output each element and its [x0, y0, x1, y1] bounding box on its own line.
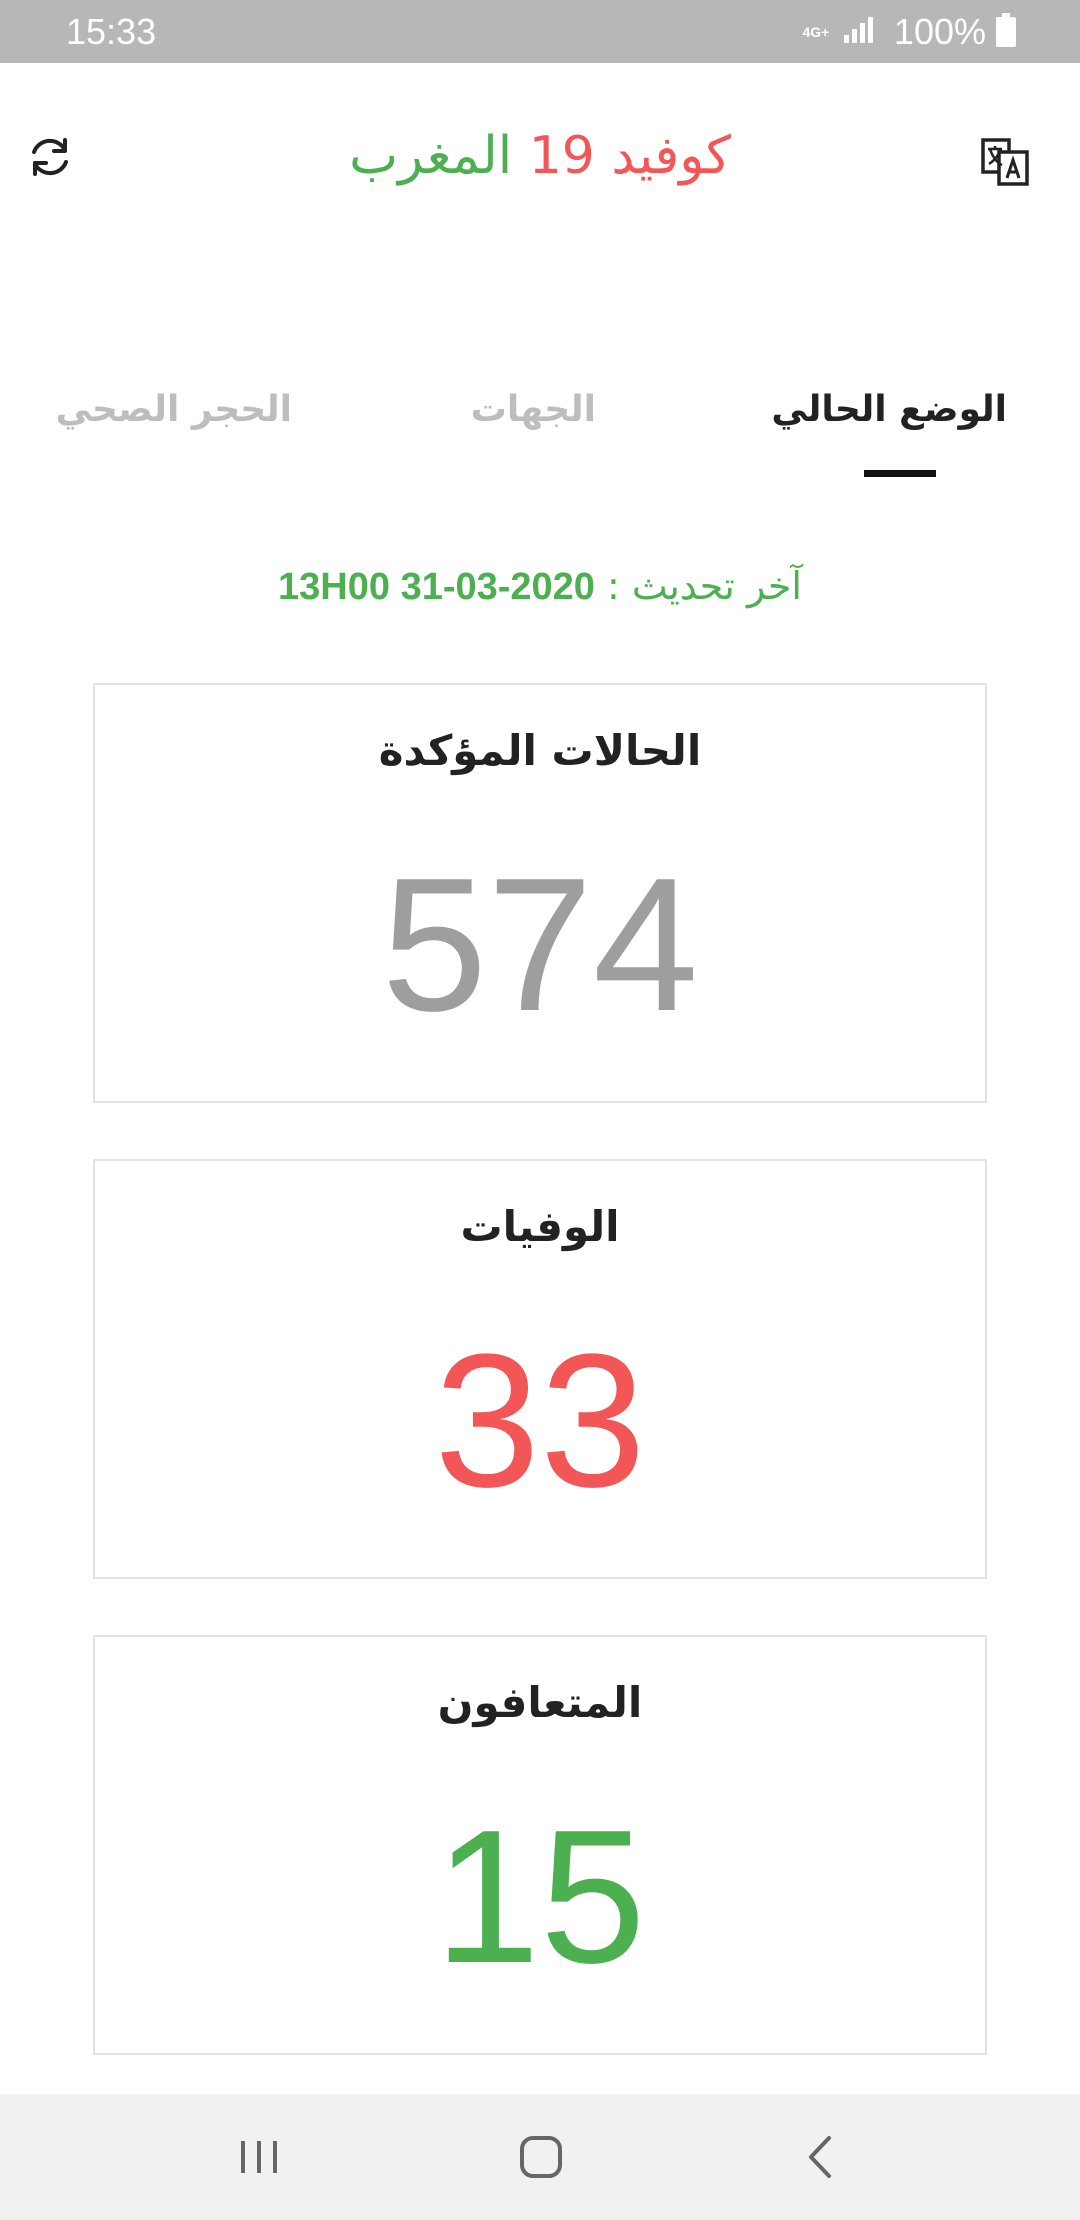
title-word-covid: كوفيد: [611, 126, 731, 186]
confirmed-cases-card: الحالات المؤكدة 574: [93, 683, 987, 1103]
last-update-label: آخر تحديث :: [607, 564, 802, 608]
battery-percent: 100%: [893, 11, 986, 52]
last-update: آخر تحديث : 13H00 31-03-2020: [0, 556, 1080, 617]
system-navigation-bar: [0, 2094, 1080, 2220]
recovered-title: المتعافون: [437, 1678, 643, 1727]
status-time: 15:33: [66, 11, 157, 52]
tab-quarantine[interactable]: الحجر الصحي: [56, 370, 292, 450]
tab-regions[interactable]: الجهات: [471, 370, 596, 450]
back-icon: [809, 2136, 831, 2178]
tab-bar: الوضع الحالي الجهات الحجر الصحي: [0, 370, 1080, 490]
translate-icon: [981, 138, 1029, 186]
status-bar: 15:33 4G+ 100%: [0, 0, 1080, 63]
active-tab-indicator: [864, 470, 936, 477]
home-button[interactable]: [501, 2124, 581, 2190]
title-word-morocco: المغرب: [349, 126, 513, 186]
app-title: كوفيد 19 المغرب: [0, 120, 1080, 192]
last-update-datetime: 13H00 31-03-2020: [278, 566, 595, 608]
tab-current-status[interactable]: الوضع الحالي: [771, 370, 1007, 450]
deaths-card: الوفيات 33: [93, 1159, 987, 1579]
deaths-title: الوفيات: [460, 1202, 620, 1251]
app-header: كوفيد 19 المغرب: [0, 63, 1080, 253]
back-button[interactable]: [782, 2124, 862, 2190]
deaths-value: 33: [434, 1315, 646, 1527]
battery-icon: [996, 12, 1016, 52]
recent-apps-button[interactable]: [219, 2124, 299, 2190]
signal-icon: [842, 15, 876, 50]
title-number: 19: [528, 126, 595, 186]
confirmed-cases-title: الحالات المؤكدة: [378, 726, 702, 775]
status-indicators: 4G+ 100%: [800, 8, 1016, 56]
recovered-card: المتعافون 15: [93, 1635, 987, 2055]
translate-button[interactable]: [978, 135, 1032, 189]
confirmed-cases-value: 574: [381, 839, 699, 1051]
recovered-value: 15: [434, 1791, 646, 2003]
recent-apps-icon: [241, 2141, 277, 2173]
home-icon: [520, 2136, 562, 2178]
network-type-label: 4G+: [802, 24, 830, 40]
